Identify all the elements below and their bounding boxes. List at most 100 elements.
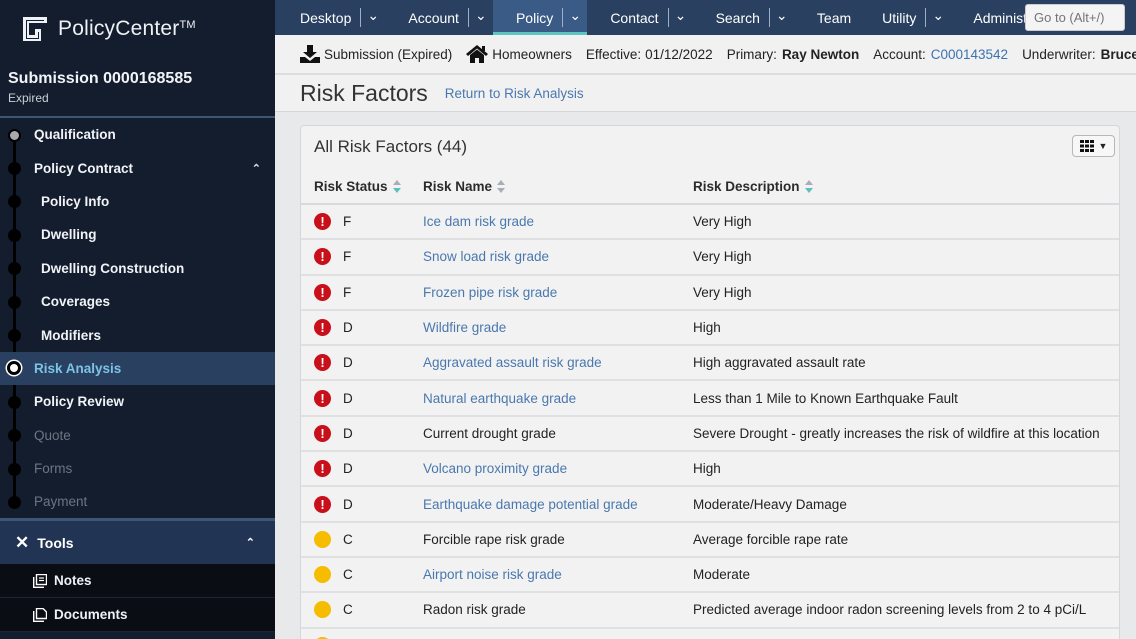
- nav-tab-utility[interactable]: Utility⌄: [859, 0, 950, 35]
- nav-tab-policy[interactable]: Policy⌄: [493, 0, 587, 35]
- tool-item-documents[interactable]: Documents: [0, 598, 275, 632]
- sidebar-step-risk-analysis[interactable]: Risk Analysis: [0, 352, 275, 385]
- risk-name-text: Radon risk grade: [423, 602, 526, 617]
- sort-icon[interactable]: [497, 180, 505, 194]
- table-row: CForcible rape risk gradeAverage forcibl…: [301, 522, 1119, 557]
- risk-name-link[interactable]: Volcano proximity grade: [423, 461, 567, 476]
- alert-icon: [314, 354, 331, 371]
- job-status: Expired: [0, 91, 275, 105]
- risk-grade: F: [343, 249, 351, 264]
- risk-name-cell: Airport noise risk grade: [410, 557, 680, 592]
- chevron-up-icon[interactable]: ⌃: [246, 536, 255, 549]
- policycenter-logo-icon: [22, 16, 48, 42]
- warning-dot-icon: [314, 601, 331, 618]
- risk-description-cell: Very High: [680, 239, 1119, 274]
- alert-icon: [314, 496, 331, 513]
- risk-name-link[interactable]: Wildfire grade: [423, 320, 506, 335]
- nav-tab-label: Account: [408, 10, 459, 26]
- download-icon: [300, 45, 320, 63]
- table-row: DEarthquake damage potential gradeModera…: [301, 486, 1119, 521]
- risk-grade: D: [343, 461, 353, 476]
- chevron-down-icon[interactable]: ⌄: [675, 11, 685, 19]
- risk-description-cell: Very High: [680, 204, 1119, 239]
- grid-icon: [1080, 140, 1094, 152]
- risk-name-link[interactable]: Snow load risk grade: [423, 249, 549, 264]
- sidebar-step-dwelling[interactable]: Dwelling: [0, 218, 275, 251]
- risk-name-cell: Aggravated assault risk grade: [410, 345, 680, 380]
- nav-tab-account[interactable]: Account ⌄: [385, 0, 493, 35]
- risk-name-link[interactable]: Aggravated assault risk grade: [423, 355, 602, 370]
- risk-description-cell: Severe Drought - greatly increases the r…: [680, 416, 1119, 451]
- risk-status-cell: [301, 628, 410, 639]
- account-link[interactable]: C000143542: [931, 47, 1008, 62]
- sort-icon[interactable]: [805, 180, 813, 194]
- step-marker-icon: [8, 329, 21, 342]
- risk-name-link[interactable]: Natural earthquake grade: [423, 391, 576, 406]
- risk-status-cell: C: [301, 522, 410, 557]
- tool-item-notes[interactable]: Notes: [0, 564, 275, 598]
- sidebar-step-policy-review[interactable]: Policy Review: [0, 385, 275, 418]
- effective-date: Effective: 01/12/2022: [586, 47, 713, 62]
- risk-name-cell: Current drought grade: [410, 416, 680, 451]
- sidebar-step-dwelling-construction[interactable]: Dwelling Construction: [0, 252, 275, 285]
- sidebar-step-policy-info[interactable]: Policy Info: [0, 185, 275, 218]
- table-row: FFrozen pipe risk gradeVery High: [301, 275, 1119, 310]
- card-title: All Risk Factors (44): [314, 137, 467, 157]
- risk-name-link[interactable]: Frozen pipe risk grade: [423, 285, 557, 300]
- column-header-risk-description[interactable]: Risk Description: [680, 170, 1119, 204]
- account: Account: C000143542: [873, 47, 1008, 62]
- chevron-down-icon[interactable]: ⌄: [569, 11, 579, 19]
- chevron-down-icon[interactable]: ⌄: [932, 11, 942, 19]
- chevron-down-icon[interactable]: ⌄: [475, 11, 485, 19]
- nav-separator: [668, 8, 669, 27]
- risk-name-link[interactable]: Airport noise risk grade: [423, 567, 562, 582]
- nav-tab-team[interactable]: Team: [794, 0, 859, 35]
- alert-icon: [314, 390, 331, 407]
- risk-status-cell: D: [301, 380, 410, 415]
- risk-status-cell: C: [301, 592, 410, 627]
- sidebar-step-qualification[interactable]: Qualification: [0, 118, 275, 151]
- goto-search-input[interactable]: [1025, 4, 1125, 31]
- risk-name-cell: Wildfire grade: [410, 310, 680, 345]
- sort-icon[interactable]: [393, 180, 401, 194]
- nav-separator: [562, 8, 563, 27]
- risk-description-cell: Predicted average indoor radon screening…: [680, 592, 1119, 627]
- nav-tab-desktop[interactable]: Desktop⌄: [275, 0, 385, 35]
- risk-name-text: Forcible rape risk grade: [423, 532, 565, 547]
- column-chooser-button[interactable]: ▼: [1072, 135, 1115, 157]
- documents-icon: [33, 608, 47, 622]
- nav-tab-contact[interactable]: Contact⌄: [587, 0, 692, 35]
- risk-grade: F: [343, 285, 351, 300]
- chevron-down-icon[interactable]: ⌄: [776, 11, 786, 19]
- tools-label: Tools: [37, 535, 73, 551]
- risk-grade: D: [343, 497, 353, 512]
- tool-item-label: Notes: [54, 573, 92, 588]
- sidebar-step-coverages[interactable]: Coverages: [0, 285, 275, 318]
- tools-section-header[interactable]: ✕ Tools ⌃: [0, 521, 275, 564]
- risk-name-cell: Earthquake damage potential grade: [410, 486, 680, 521]
- sidebar-step-quote: Quote: [0, 419, 275, 452]
- return-to-risk-analysis-link[interactable]: Return to Risk Analysis: [445, 86, 584, 101]
- table-row-partial: [301, 628, 1119, 639]
- nav-tab-search[interactable]: Search ⌄: [693, 0, 794, 35]
- job-title: Submission 0000168585: [0, 70, 275, 88]
- nav-tab-label: Search: [716, 10, 760, 26]
- table-row: DWildfire gradeHigh: [301, 310, 1119, 345]
- risk-name-link[interactable]: Earthquake damage potential grade: [423, 497, 638, 512]
- alert-icon: [314, 425, 331, 442]
- chevron-down-icon[interactable]: ⌄: [367, 11, 377, 19]
- alert-icon: [314, 213, 331, 230]
- sidebar: PolicyCenterTM Submission 0000168585 Exp…: [0, 0, 275, 639]
- risk-grade: C: [343, 532, 353, 547]
- risk-status-cell: D: [301, 486, 410, 521]
- risk-name-cell: Ice dam risk grade: [410, 204, 680, 239]
- column-header-risk-name[interactable]: Risk Name: [410, 170, 680, 204]
- risk-name-link[interactable]: Ice dam risk grade: [423, 214, 534, 229]
- sidebar-step-policy-contract[interactable]: Policy Contract⌃: [0, 151, 275, 184]
- column-header-risk-status[interactable]: Risk Status: [301, 170, 410, 204]
- chevron-up-icon[interactable]: ⌃: [252, 162, 261, 175]
- risk-grade: D: [343, 426, 353, 441]
- sidebar-step-modifiers[interactable]: Modifiers: [0, 318, 275, 351]
- job-type: Submission (Expired): [300, 45, 452, 63]
- brand[interactable]: PolicyCenterTM: [0, 0, 275, 58]
